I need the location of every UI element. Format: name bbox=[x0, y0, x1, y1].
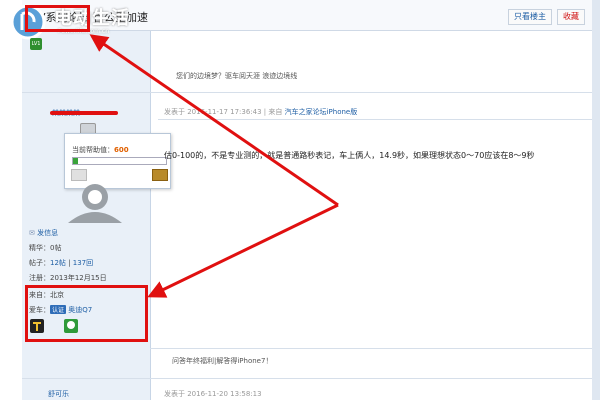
annotation-arrows bbox=[89, 34, 339, 298]
arrow-to-title bbox=[89, 34, 339, 207]
arrow-to-profile bbox=[147, 203, 339, 298]
